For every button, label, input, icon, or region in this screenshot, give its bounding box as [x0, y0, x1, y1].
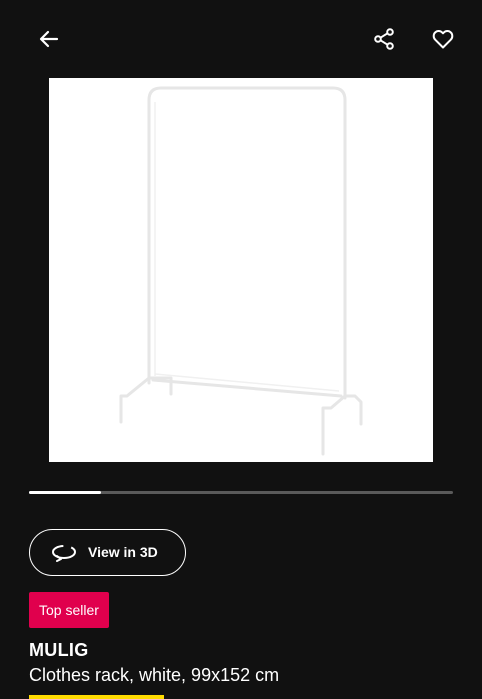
product-image[interactable]: [49, 78, 433, 462]
view-in-3d-button[interactable]: View in 3D: [29, 529, 186, 576]
clothes-rack-illustration: [119, 86, 363, 456]
price-tag: [29, 695, 164, 699]
view-in-3d-label: View in 3D: [88, 544, 158, 560]
share-icon: [374, 28, 394, 50]
heart-outline-icon: [432, 29, 454, 49]
carousel-active-segment: [29, 491, 102, 494]
product-description: Clothes rack, white, 99x152 cm: [29, 665, 280, 685]
image-carousel-indicator: [29, 491, 453, 494]
top-seller-badge: Top seller: [29, 592, 109, 628]
rotate-3d-icon: [52, 545, 76, 562]
favourite-button[interactable]: [423, 19, 463, 59]
share-button[interactable]: [364, 19, 404, 59]
top-bar: [0, 0, 482, 78]
back-button[interactable]: [29, 19, 69, 59]
arrow-left-icon: [39, 30, 59, 48]
product-name: MULIG: [29, 640, 89, 660]
